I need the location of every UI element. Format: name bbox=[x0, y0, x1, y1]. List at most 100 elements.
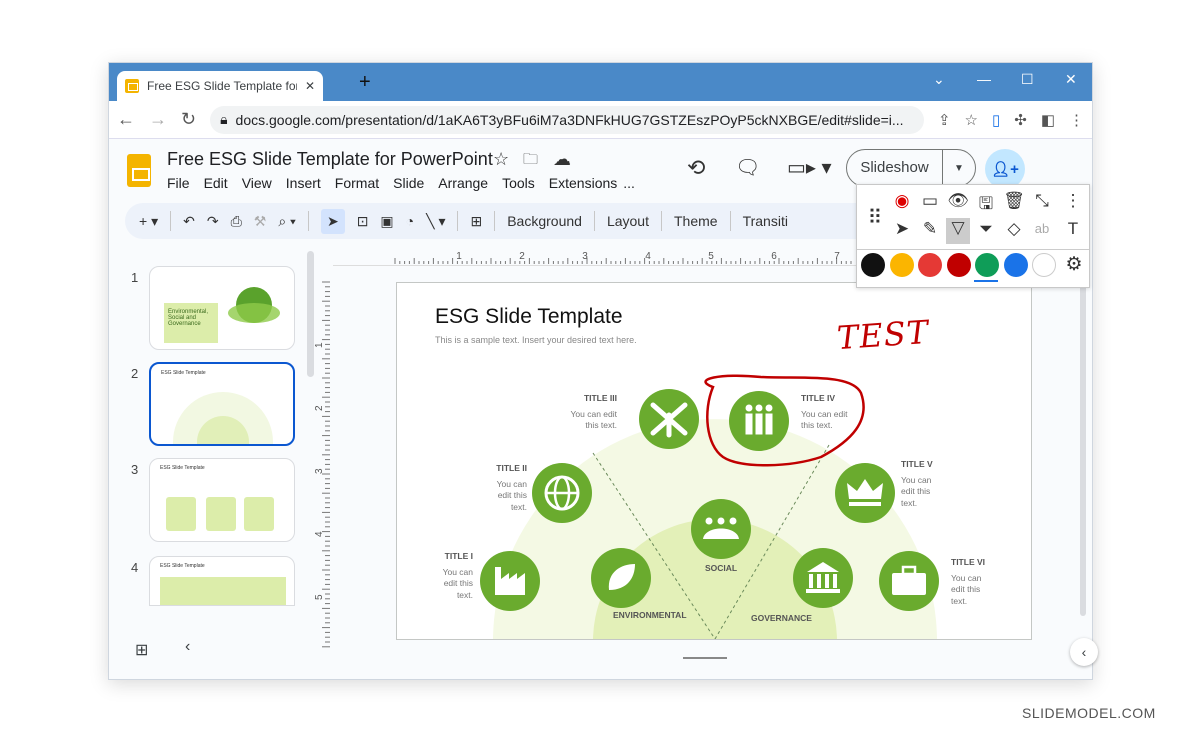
slide-title[interactable]: ESG Slide Template bbox=[435, 305, 623, 329]
slide-thumbnail-3[interactable]: ESG Slide Template bbox=[149, 458, 295, 542]
paint-format-icon[interactable]: ⚒ bbox=[254, 213, 267, 230]
slideshow-label[interactable]: Slideshow bbox=[847, 150, 943, 186]
settings-gear-icon[interactable]: ⚙ bbox=[1062, 253, 1086, 276]
slideshow-dropdown-icon[interactable]: ▼ bbox=[943, 163, 975, 174]
highlighter-icon[interactable]: ⏷ bbox=[974, 219, 998, 239]
more-icon[interactable]: ⋮ bbox=[1061, 191, 1085, 211]
background-button[interactable]: Background bbox=[507, 213, 582, 229]
version-history-icon[interactable]: ⟲ bbox=[687, 155, 705, 181]
add-comment-icon[interactable]: ⊞ bbox=[470, 213, 482, 230]
redo-icon[interactable]: ↷ bbox=[207, 213, 219, 230]
present-icon[interactable]: ▭ bbox=[918, 191, 942, 211]
record-icon[interactable]: ◉ bbox=[890, 191, 914, 211]
star-icon[interactable]: ☆ bbox=[493, 149, 509, 170]
slideshow-button[interactable]: Slideshow ▼ bbox=[846, 149, 976, 187]
leaf-icon[interactable] bbox=[591, 548, 651, 608]
pillar-label[interactable]: ENVIRONMENTAL bbox=[613, 610, 687, 620]
laser-pointer-icon[interactable]: ✎ bbox=[918, 219, 942, 239]
item-label[interactable]: TITLE IV You can edit this text. bbox=[801, 393, 861, 432]
new-tab-icon[interactable]: + bbox=[359, 71, 371, 94]
line-icon[interactable]: ╲ ▾ bbox=[426, 213, 445, 230]
browser-tab[interactable]: Free ESG Slide Template for Powe ✕ bbox=[117, 71, 323, 101]
canvas-scrollbar[interactable] bbox=[1080, 266, 1086, 616]
transition-button[interactable]: Transiti bbox=[743, 213, 788, 229]
slide-canvas[interactable]: ESG Slide Template This is a sample text… bbox=[396, 282, 1032, 640]
cloud-saved-icon[interactable]: ☁︎ bbox=[553, 149, 571, 170]
briefcase-icon[interactable] bbox=[879, 551, 939, 611]
menu-extensions[interactable]: Extensions bbox=[549, 175, 617, 191]
image-icon[interactable]: ▣ bbox=[380, 213, 393, 230]
maximize-icon[interactable]: ☐ bbox=[1021, 71, 1034, 88]
collapse-filmstrip-icon[interactable]: ‹ bbox=[185, 638, 190, 656]
comments-icon[interactable]: 🗨︎ bbox=[735, 155, 760, 180]
color-swatch[interactable] bbox=[861, 253, 885, 277]
layout-button[interactable]: Layout bbox=[607, 213, 649, 229]
color-swatch[interactable] bbox=[889, 253, 914, 277]
extension-icon[interactable]: ▯ bbox=[992, 111, 1000, 129]
share-page-icon[interactable]: ⇪ bbox=[938, 111, 951, 129]
item-label[interactable]: TITLE III You can edit this text. bbox=[557, 393, 617, 432]
color-swatch[interactable] bbox=[1003, 253, 1028, 277]
pillar-label[interactable]: SOCIAL bbox=[705, 563, 737, 573]
item-label[interactable]: TITLE VI You can edit this text. bbox=[951, 557, 989, 607]
item-label[interactable]: TITLE I You can edit this text. bbox=[435, 551, 473, 601]
undo-icon[interactable]: ↶ bbox=[183, 213, 195, 230]
slide-thumbnail-2[interactable]: ESG Slide Template bbox=[149, 362, 295, 446]
grid-view-icon[interactable]: ⊞ bbox=[135, 640, 148, 660]
speaker-notes-handle[interactable] bbox=[683, 657, 727, 659]
chevron-down-icon[interactable]: ⌄ bbox=[933, 71, 945, 88]
minimize-icon[interactable]: — bbox=[977, 71, 991, 87]
filmstrip-scrollbar[interactable] bbox=[307, 251, 314, 377]
text-tool-icon[interactable]: T bbox=[1061, 219, 1085, 239]
item-label[interactable]: TITLE II You can edit this text. bbox=[489, 463, 527, 513]
text-eraser-icon[interactable]: ab bbox=[1030, 221, 1054, 236]
hands-icon[interactable] bbox=[639, 389, 699, 449]
menu-insert[interactable]: Insert bbox=[286, 175, 321, 191]
shape-icon[interactable]: ◔ bbox=[406, 213, 414, 229]
bookmark-star-icon[interactable]: ☆ bbox=[965, 111, 978, 129]
pen-icon[interactable]: ▽ bbox=[946, 218, 970, 244]
eye-icon[interactable]: 👁︎ bbox=[946, 191, 970, 211]
menu-icon[interactable]: ⋮ bbox=[1069, 111, 1084, 129]
eraser-icon[interactable]: ◇ bbox=[1002, 219, 1026, 239]
slide-thumbnail-1[interactable]: Environmental, Social and Governance bbox=[149, 266, 295, 350]
forward-icon[interactable]: → bbox=[149, 109, 167, 130]
back-icon[interactable]: ← bbox=[117, 109, 135, 130]
pointer-icon[interactable]: ➤ bbox=[890, 219, 914, 239]
select-cursor-icon[interactable]: ➤ bbox=[320, 208, 345, 234]
collapse-icon[interactable]: ⤡ bbox=[1030, 191, 1054, 211]
menu-format[interactable]: Format bbox=[335, 175, 379, 191]
menu-arrange[interactable]: Arrange bbox=[438, 175, 488, 191]
close-window-icon[interactable]: ✕ bbox=[1065, 71, 1077, 88]
color-swatch[interactable] bbox=[1032, 253, 1056, 277]
menu-tools[interactable]: Tools bbox=[502, 175, 535, 191]
color-swatch[interactable] bbox=[918, 253, 942, 277]
menu-view[interactable]: View bbox=[242, 175, 272, 191]
close-tab-icon[interactable]: ✕ bbox=[305, 79, 315, 93]
pillar-label[interactable]: GOVERNANCE bbox=[751, 613, 812, 623]
slide-subtitle[interactable]: This is a sample text. Insert your desir… bbox=[435, 335, 637, 345]
menu-slide[interactable]: Slide bbox=[393, 175, 424, 191]
meeting-icon[interactable] bbox=[691, 499, 751, 559]
bank-icon[interactable] bbox=[793, 548, 853, 608]
theme-button[interactable]: Theme bbox=[674, 213, 718, 229]
document-title[interactable]: Free ESG Slide Template for PowerPoint bbox=[167, 149, 493, 170]
color-swatch[interactable] bbox=[975, 253, 999, 277]
drag-handle-icon[interactable]: ⠿ bbox=[863, 205, 887, 230]
globe-icon[interactable] bbox=[532, 463, 592, 523]
save-icon[interactable]: 🖫 bbox=[974, 191, 998, 220]
factory-icon[interactable] bbox=[480, 551, 540, 611]
text-box-icon[interactable]: ⊡ bbox=[357, 213, 369, 230]
crown-icon[interactable] bbox=[835, 463, 895, 523]
people-icon[interactable] bbox=[729, 391, 789, 451]
slide-thumbnail-4[interactable]: ESG Slide Template bbox=[149, 556, 295, 606]
print-icon[interactable]: ⎙ bbox=[231, 213, 242, 230]
zoom-icon[interactable]: ⌕ ▾ bbox=[278, 213, 296, 230]
trash-icon[interactable]: 🗑︎ bbox=[1002, 191, 1026, 211]
color-swatch[interactable] bbox=[946, 253, 971, 277]
new-slide-icon[interactable]: + ▾ bbox=[139, 213, 158, 230]
address-bar[interactable]: 🔒︎ docs.google.com/presentation/d/1aKA6T… bbox=[210, 105, 924, 134]
share-button[interactable]: 👤︎+ bbox=[985, 149, 1025, 189]
menu-more[interactable]: ... bbox=[623, 175, 635, 191]
move-folder-icon[interactable]: 🗀︎ bbox=[523, 149, 538, 174]
